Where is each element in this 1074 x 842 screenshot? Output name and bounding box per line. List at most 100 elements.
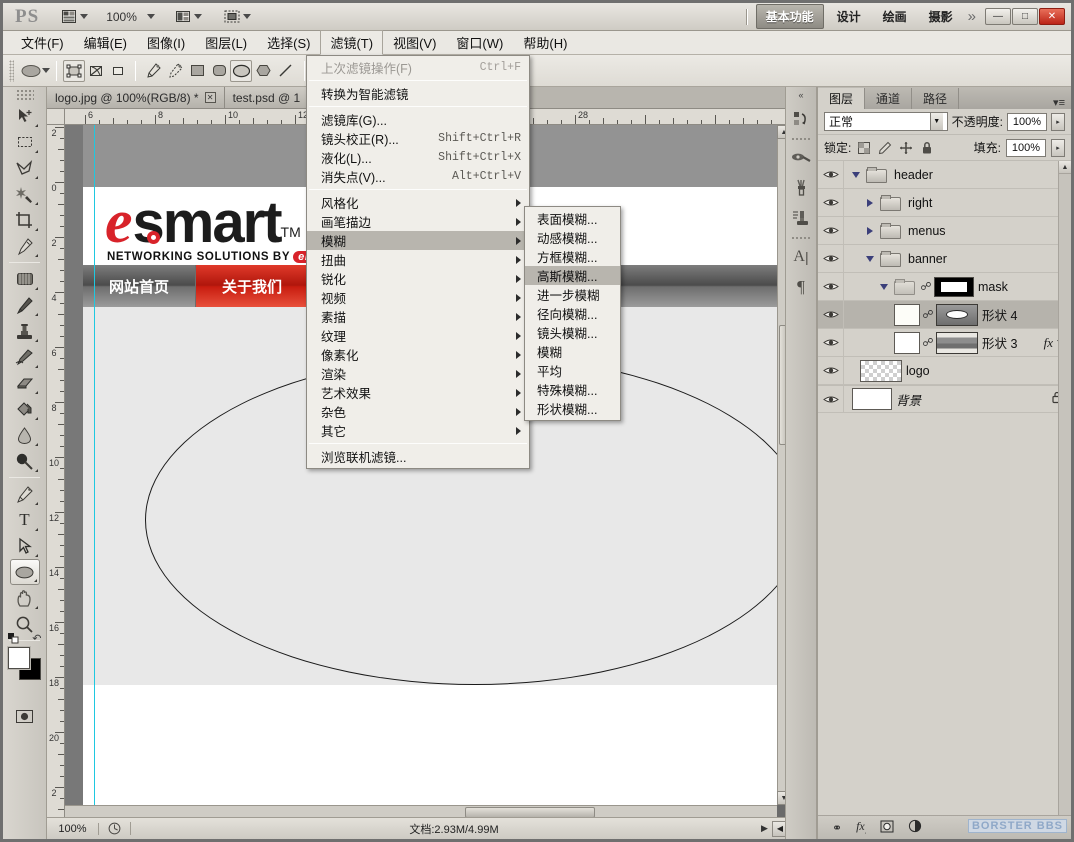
menu-item-video[interactable]: 视频 [307, 288, 529, 307]
opacity-input[interactable]: 100% [1007, 112, 1047, 131]
lock-image-pixels-icon[interactable] [877, 140, 893, 156]
menu-item-noise[interactable]: 杂色 [307, 402, 529, 421]
menu-item-stylize[interactable]: 风格化 [307, 193, 529, 212]
submenu-item-smart-blur[interactable]: 特殊模糊... [525, 380, 620, 399]
tab-channels[interactable]: 通道 [865, 88, 913, 109]
lasso-tool[interactable] [10, 155, 40, 181]
group-disclosure-right[interactable] [864, 197, 876, 209]
layer-name[interactable]: 形状 3 [982, 333, 1017, 352]
layer-row-menus[interactable]: menus [818, 216, 1071, 245]
menu-item-sharpen[interactable]: 锐化 [307, 269, 529, 288]
layer-name[interactable]: 形状 4 [982, 305, 1017, 324]
site-nav-about[interactable]: 关于我们 [196, 265, 310, 307]
layer-row-logo[interactable]: logo [818, 356, 1071, 385]
menu-item-lens-correction[interactable]: 镜头校正(R)... Shift+Ctrl+R [307, 129, 529, 148]
foreground-color-swatch[interactable] [7, 647, 30, 669]
layer-thumbnail[interactable] [852, 388, 892, 410]
view-extras-button[interactable] [59, 8, 90, 25]
tab-layers[interactable]: 图层 [818, 88, 866, 109]
adjustments-panel-icon[interactable] [787, 144, 815, 172]
layer-thumbnail[interactable] [894, 303, 920, 326]
layer-row-right[interactable]: right [818, 188, 1071, 217]
status-next-icon[interactable]: ▶ [757, 823, 772, 834]
history-panel-icon[interactable] [787, 105, 815, 133]
close-icon[interactable]: ✕ [204, 92, 216, 103]
clone-stamp-tool[interactable] [10, 318, 40, 344]
layer-thumbnail[interactable] [860, 359, 902, 382]
layer-name[interactable]: banner [908, 252, 947, 266]
menu-item-convert-smart-filter[interactable]: 转换为智能滤镜 [307, 84, 529, 103]
eraser-tool[interactable] [10, 370, 40, 396]
rounded-rectangle-tool-icon[interactable] [208, 60, 230, 82]
character-panel-icon[interactable]: A | [787, 243, 815, 271]
filter-menu-dropdown[interactable]: 上次滤镜操作(F) Ctrl+F 转换为智能滤镜 滤镜库(G)... 镜头校正(… [306, 55, 530, 469]
lock-position-icon[interactable] [898, 140, 914, 156]
add-layer-style-icon[interactable]: fx. [856, 819, 866, 835]
paragraph-panel-icon[interactable]: ¶ [787, 273, 815, 301]
quick-mask-button[interactable] [10, 703, 40, 729]
site-nav-home[interactable]: 网站首页 [83, 265, 197, 307]
visibility-toggle-icon[interactable] [818, 244, 844, 273]
tool-preset-chevron-down-icon[interactable] [42, 68, 50, 73]
layer-thumbnail[interactable] [894, 331, 920, 354]
layer-name[interactable]: 背景 [896, 390, 921, 409]
visibility-toggle-icon[interactable] [818, 356, 844, 385]
menu-item-last-filter[interactable]: 上次滤镜操作(F) Ctrl+F [307, 58, 529, 77]
submenu-item-lens-blur[interactable]: 镜头模糊... [525, 323, 620, 342]
default-colors-icon[interactable] [7, 633, 19, 644]
submenu-item-surface-blur[interactable]: 表面模糊... [525, 209, 620, 228]
magic-wand-tool[interactable] [10, 181, 40, 207]
add-layer-mask-icon[interactable] [880, 820, 894, 836]
menu-layer[interactable]: 图层(L) [195, 30, 257, 55]
layer-row-mask[interactable]: ☍ mask [818, 272, 1071, 301]
shape-layers-mode-icon[interactable] [63, 59, 85, 82]
layer-name[interactable]: logo [906, 364, 930, 378]
eyedropper-tool[interactable] [10, 233, 40, 259]
menu-item-filter-gallery[interactable]: 滤镜库(G)... [307, 110, 529, 129]
document-tab-logo[interactable]: logo.jpg @ 100%(RGB/8) * ✕ [47, 87, 225, 108]
menu-item-blur[interactable]: 模糊 [307, 231, 529, 250]
submenu-item-average[interactable]: 平均 [525, 361, 620, 380]
pen-tool-icon[interactable] [142, 60, 164, 82]
menu-window[interactable]: 窗口(W) [446, 30, 513, 55]
history-brush-tool[interactable] [10, 344, 40, 370]
layer-effects-icon[interactable]: fx [1044, 335, 1053, 351]
menu-edit[interactable]: 编辑(E) [74, 30, 137, 55]
menu-item-distort[interactable]: 扭曲 [307, 250, 529, 269]
polygon-tool-icon[interactable] [252, 60, 274, 82]
zoom-chevron-down-icon[interactable] [146, 14, 155, 19]
minimize-button[interactable]: — [985, 8, 1011, 25]
pen-tool[interactable] [10, 481, 40, 507]
visibility-toggle-icon[interactable] [818, 272, 844, 301]
opacity-stepper[interactable]: ▸ [1051, 112, 1065, 131]
submenu-item-shape-blur[interactable]: 形状模糊... [525, 399, 620, 418]
rectangular-marquee-tool[interactable] [10, 129, 40, 155]
menu-filter[interactable]: 滤镜(T) [320, 30, 384, 55]
line-tool-icon[interactable] [274, 60, 296, 82]
vector-mask-thumbnail[interactable] [936, 303, 978, 326]
layer-row-banner[interactable]: banner [818, 244, 1071, 273]
layer-list[interactable]: header right menus banner ☍ mask ☍ 形状 4 … [818, 161, 1071, 815]
paths-mode-icon[interactable] [85, 60, 107, 82]
patch-tool[interactable] [10, 266, 40, 292]
fill-stepper[interactable]: ▸ [1051, 138, 1065, 157]
menu-select[interactable]: 选择(S) [257, 30, 320, 55]
lock-transparent-pixels-icon[interactable] [856, 140, 872, 156]
collapse-panels-icon[interactable]: « [786, 87, 816, 103]
layer-name[interactable]: menus [908, 224, 946, 238]
menu-image[interactable]: 图像(I) [137, 30, 195, 55]
gradient-tool[interactable] [10, 396, 40, 422]
layer-row-header[interactable]: header [818, 161, 1071, 189]
visibility-toggle-icon[interactable] [818, 385, 844, 413]
arrange-documents-button[interactable] [173, 8, 204, 25]
workspace-tab-painting[interactable]: 绘画 [874, 5, 916, 28]
workspace-tab-photography[interactable]: 摄影 [920, 5, 962, 28]
visibility-toggle-icon[interactable] [818, 188, 844, 217]
menu-item-browse-online-filters[interactable]: 浏览联机滤镜... [307, 447, 529, 466]
menu-item-texture[interactable]: 纹理 [307, 326, 529, 345]
visibility-toggle-icon[interactable] [818, 216, 844, 245]
horizontal-type-tool[interactable]: T [10, 507, 40, 533]
lock-all-icon[interactable] [919, 140, 935, 156]
tool-preset-preview-icon[interactable] [20, 60, 42, 82]
submenu-item-gaussian-blur[interactable]: 高斯模糊... [525, 266, 620, 285]
